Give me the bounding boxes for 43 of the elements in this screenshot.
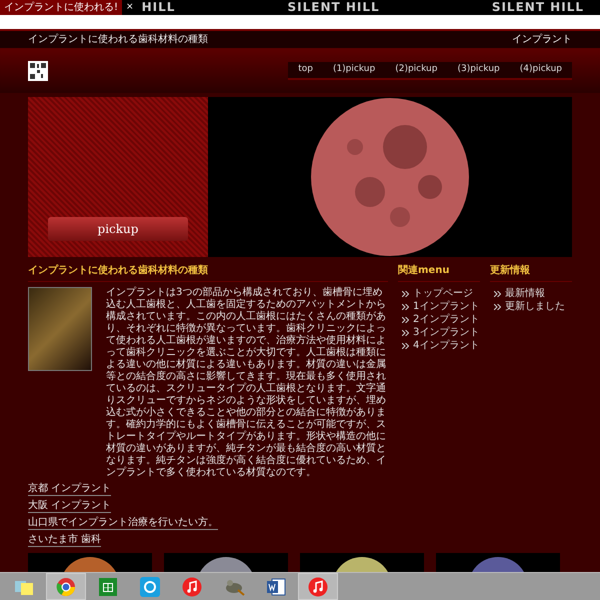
browser-tab[interactable]: インプラントに使われる! [0,0,122,15]
site-tagline: インプラントに使われる歯科材料の種類 [28,32,208,47]
moon-thumbnail[interactable] [436,553,560,573]
menu-link[interactable]: 1インプラント [413,300,480,313]
arrow-icon [402,342,409,348]
menu-link[interactable]: 最新情報 [505,287,545,300]
arrow-icon [402,316,409,322]
arrow-icon [402,304,409,310]
arrow-icon [402,290,409,296]
address-bar[interactable] [0,15,600,31]
qr-code-icon [28,61,48,81]
moon-thumbnail[interactable] [28,553,152,573]
header-link[interactable]: インプラント [512,31,572,48]
article-link[interactable]: さいたま市 歯科 [28,534,102,547]
article-link[interactable]: 大阪 インプラント [28,500,112,513]
menu-link[interactable]: トップページ [413,287,473,300]
theme-banner-text: HILL [142,0,176,15]
theme-banner-text: SILENT HILL [288,0,380,15]
browser-app-icon[interactable] [46,573,86,600]
theme-banner-text: SILENT HILL [492,0,584,15]
menu-heading: 関連menu [398,263,480,282]
nav-link[interactable]: (3)pickup [447,62,510,78]
nav-link[interactable]: (4)pickup [510,62,572,78]
article-heading: インプラントに使われる歯科材料の種類 [28,263,388,282]
nav-link[interactable]: top [288,62,323,78]
article-paragraph: インプラントは3つの部品から構成されており、歯槽骨に埋め込む人工歯根と、人工歯を固定するためのアバットメントから構成されています。この内の人工歯根にはたくさんの種類があり、それぞれに特徴が異なっています。歯科クリニックによって使われる人工歯根が違いますので、治療方法や使用材料によって歯科クリニックを選ぶことが大切です。人工歯根は種類による違いの他に材質による違いもあります。材質の違いは金属等との結合度の高さに影響してきます。現在最も多く使用されているのは、スクリュータイプの人工歯根となります。文字通りスクリューですからネジのような形状をしていますが、埋め込む式が小さくできることや他の部分との結合に特徴があります。確約力学的にもよく歯槽骨に伝えることが可能ですが、ストレートタイプやルートタイプがあります。形状や構造の他に材質の違いがありますが、純チタンが最も結合度の高い材質となります。純チタンは強度が高く結合度に優れているため、インプラントで多く使われている材質なのです。 [106,287,387,479]
menu-link[interactable]: 4インプラント [413,339,480,352]
moon-thumbnail[interactable] [164,553,288,573]
arrow-icon [494,290,501,296]
article-link[interactable]: 山口県でインプラント治療を行いたい方。 [28,517,218,530]
tab-close-button[interactable]: × [122,0,138,14]
news-heading: 更新情報 [490,263,572,282]
nav-link[interactable]: (1)pickup [322,62,386,78]
nav-link[interactable]: (2)pickup [385,62,448,78]
menu-link[interactable]: 3インプラント [413,326,480,339]
moon-thumbnail[interactable] [300,553,424,573]
music-app-icon[interactable] [298,573,338,600]
article-link[interactable]: 京都 インプラント [28,483,112,496]
arrow-icon [494,304,501,310]
menu-link[interactable]: 更新しました [505,300,565,313]
pickup-button[interactable]: pickup [48,217,188,241]
menu-link[interactable]: 2インプラント [413,313,480,326]
arrow-icon [402,330,409,336]
